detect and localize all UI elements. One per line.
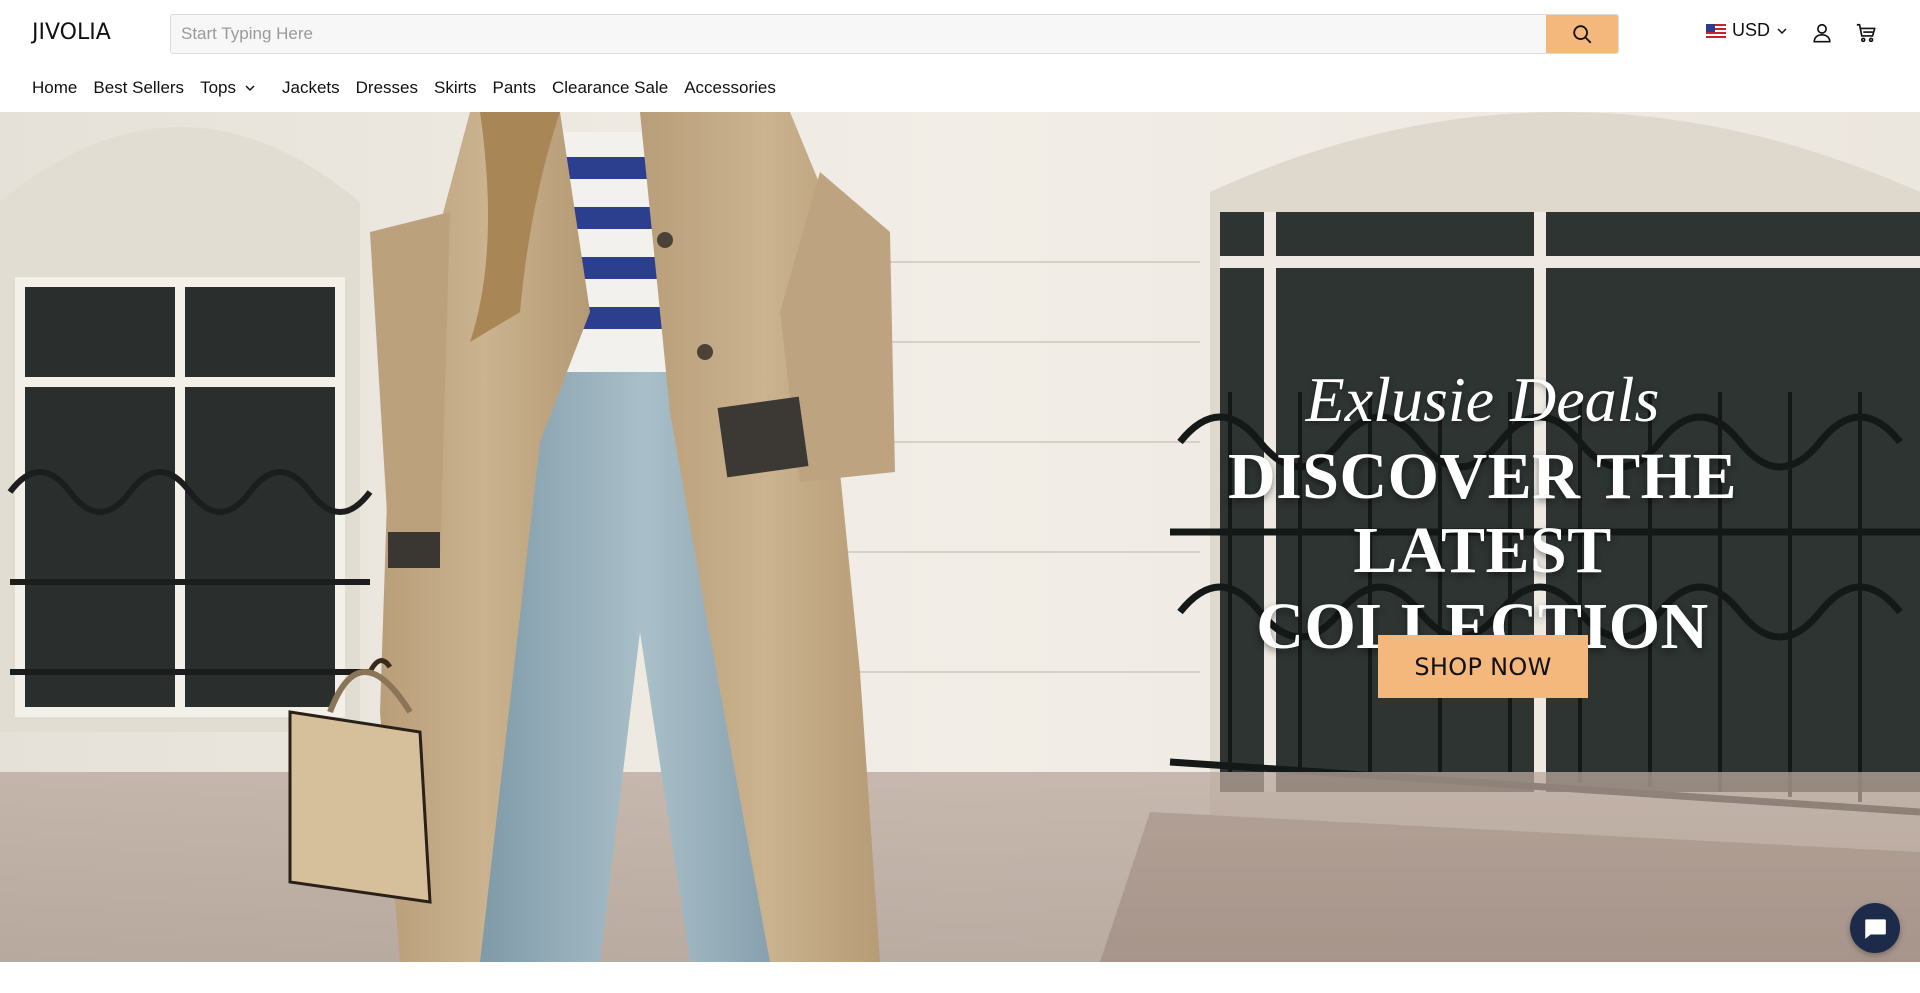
account-button[interactable]	[1809, 20, 1835, 46]
hero-banner: Exlusie Deals DISCOVER THE LATEST COLLEC…	[0, 112, 1920, 962]
cart-icon	[1856, 23, 1876, 43]
nav-item-tops[interactable]: Tops	[200, 78, 266, 98]
nav-item-skirts[interactable]: Skirts	[434, 78, 477, 98]
search-button[interactable]	[1546, 15, 1618, 53]
hero-text: Exlusie Deals DISCOVER THE LATEST COLLEC…	[1130, 362, 1835, 664]
nav-item-clearance-sale[interactable]: Clearance Sale	[552, 78, 668, 98]
chevron-down-icon	[245, 85, 255, 92]
currency-label: USD	[1732, 20, 1771, 40]
nav-label: Home	[32, 78, 78, 97]
nav-label: Best Sellers	[93, 78, 185, 97]
nav-item-home[interactable]: Home	[32, 78, 77, 98]
shop-now-button[interactable]: SHOP NOW	[1378, 635, 1588, 698]
nav-label: Clearance Sale	[551, 78, 669, 97]
currency-selector[interactable]: USD	[1706, 20, 1788, 41]
nav-label: Jackets	[281, 78, 340, 97]
hero-title-line1: DISCOVER THE LATEST	[1227, 440, 1738, 587]
nav-label: Tops	[200, 78, 236, 97]
search-input[interactable]	[171, 15, 1546, 53]
chat-icon	[1865, 919, 1886, 939]
nav-item-accessories[interactable]: Accessories	[684, 78, 776, 98]
cart-button[interactable]	[1853, 20, 1879, 46]
search-bar	[170, 14, 1619, 54]
nav-item-pants[interactable]: Pants	[492, 78, 535, 98]
nav-label: Dresses	[355, 78, 418, 97]
user-icon	[1813, 23, 1831, 43]
nav-item-jackets[interactable]: Jackets	[282, 78, 340, 98]
nav-label: Accessories	[684, 78, 776, 97]
logo[interactable]: JIVOLIA	[32, 20, 111, 45]
nav-label: Skirts	[433, 78, 477, 97]
site-header: JIVOLIA USD Home Best Sellers	[0, 0, 1920, 112]
us-flag-icon	[1706, 23, 1726, 38]
search-icon	[1573, 25, 1592, 44]
hero-subtitle: Exlusie Deals	[1305, 364, 1660, 435]
nav-label: Pants	[492, 78, 536, 97]
chat-button[interactable]	[1850, 903, 1900, 953]
main-nav: Home Best Sellers Tops Jackets Dresses S…	[32, 78, 792, 98]
nav-item-dresses[interactable]: Dresses	[356, 78, 418, 98]
nav-item-best-sellers[interactable]: Best Sellers	[93, 78, 184, 98]
chevron-down-icon	[1777, 27, 1787, 34]
